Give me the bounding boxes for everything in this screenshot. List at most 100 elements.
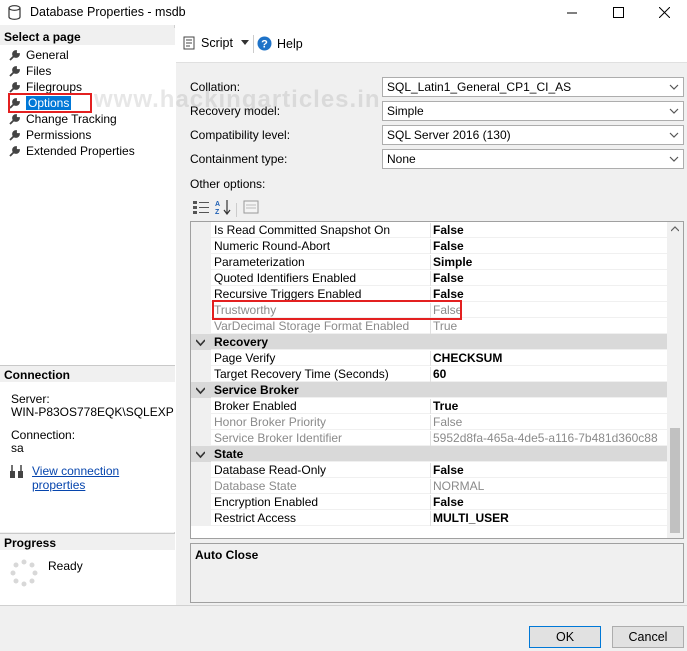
wrench-icon	[9, 113, 20, 125]
grid-property-value[interactable]: False	[430, 271, 464, 286]
database-icon	[8, 5, 21, 20]
grid-row-page-verify[interactable]: Page Verify CHECKSUM	[191, 350, 668, 366]
compatibility-level-select[interactable]: SQL Server 2016 (130)	[382, 125, 684, 145]
svg-text:?: ?	[261, 39, 268, 51]
grid-gutter	[191, 414, 211, 430]
grid-gutter	[191, 494, 211, 510]
svg-text:Z: Z	[215, 209, 220, 215]
grid-property-value[interactable]: 5952d8fa-465a-4de5-a116-7b481d360c88	[430, 431, 658, 446]
watermark: www.hackingarticles.in	[94, 86, 381, 113]
grid-property-value[interactable]: CHECKSUM	[430, 351, 502, 366]
grid-row-database-state[interactable]: Database State NORMAL	[191, 478, 668, 494]
property-pages-icon	[243, 200, 259, 214]
grid-property-value[interactable]: True	[430, 399, 458, 414]
grid-category-recovery[interactable]: Recovery	[191, 334, 668, 350]
close-icon	[658, 7, 670, 18]
page-item-files[interactable]: Files	[8, 63, 51, 79]
options-highlight-box	[8, 93, 92, 113]
grid-property-name: Service Broker Identifier	[214, 431, 343, 445]
grid-property-name: Page Verify	[214, 351, 276, 365]
grid-row-broker-enabled[interactable]: Broker Enabled True	[191, 398, 668, 414]
grid-property-value[interactable]: True	[430, 319, 457, 334]
spinner-icon	[10, 559, 38, 587]
grid-category-service-broker[interactable]: Service Broker	[191, 382, 668, 398]
categorized-button[interactable]	[192, 199, 212, 217]
grid-row-service-broker-identifier[interactable]: Service Broker Identifier 5952d8fa-465a-4…	[191, 430, 668, 446]
sort-alphabetical-icon: AZ	[215, 200, 231, 216]
grid-row-target-recovery-time-seconds[interactable]: Target Recovery Time (Seconds) 60	[191, 366, 668, 382]
server-label: Server:	[11, 392, 50, 406]
grid-row-restrict-access[interactable]: Restrict Access MULTI_USER	[191, 510, 668, 526]
grid-scrollbar[interactable]	[667, 222, 683, 538]
grid-property-name: Database State	[214, 479, 297, 493]
connection-header: Connection	[0, 365, 175, 382]
grid-category-label: Recovery	[214, 335, 269, 349]
grid-property-value[interactable]: False	[430, 415, 462, 430]
grid-gutter	[191, 254, 211, 270]
grid-property-name: Target Recovery Time (Seconds)	[214, 367, 389, 381]
connection-value: sa	[11, 441, 24, 455]
chevron-down-icon	[240, 40, 249, 45]
property-pages-button[interactable]	[242, 199, 262, 217]
description-title: Auto Close	[195, 548, 259, 562]
grid-category-state[interactable]: State	[191, 446, 668, 462]
description-panel: Auto Close	[190, 543, 684, 603]
collapse-chevron-icon[interactable]	[196, 450, 205, 459]
minimize-button[interactable]	[549, 0, 595, 25]
grid-row-encryption-enabled[interactable]: Encryption Enabled False	[191, 494, 668, 510]
close-button[interactable]	[641, 0, 687, 25]
grid-property-value[interactable]: False	[430, 495, 464, 510]
grid-row-is-read-committed-snapshot-on[interactable]: Is Read Committed Snapshot On False	[191, 222, 668, 238]
page-item-permissions[interactable]: Permissions	[8, 127, 91, 143]
scrollbar-thumb[interactable]	[670, 428, 680, 533]
grid-property-name: Honor Broker Priority	[214, 415, 327, 429]
alphabetical-button[interactable]: AZ	[214, 199, 234, 217]
wrench-icon	[9, 81, 20, 93]
grid-gutter	[191, 270, 211, 286]
trustworthy-highlight-box	[212, 300, 462, 320]
view-connection-properties-link[interactable]: View connection properties	[32, 464, 175, 492]
page-item-extended-properties[interactable]: Extended Properties	[8, 143, 135, 159]
grid-gutter	[191, 510, 211, 526]
recovery-model-select[interactable]: Simple	[382, 101, 684, 121]
cancel-button[interactable]: Cancel	[612, 626, 684, 648]
maximize-button[interactable]	[595, 0, 641, 25]
collation-select[interactable]: SQL_Latin1_General_CP1_CI_AS	[382, 77, 684, 97]
containment-type-select[interactable]: None	[382, 149, 684, 169]
grid-row-honor-broker-priority[interactable]: Honor Broker Priority False	[191, 414, 668, 430]
grid-row-quoted-identifiers-enabled[interactable]: Quoted Identifiers Enabled False	[191, 270, 668, 286]
ok-button[interactable]: OK	[529, 626, 601, 648]
grid-row-parameterization[interactable]: Parameterization Simple	[191, 254, 668, 270]
wrench-icon	[9, 49, 20, 61]
grid-row-numeric-round-abort[interactable]: Numeric Round-Abort False	[191, 238, 668, 254]
grid-property-value[interactable]: 60	[430, 367, 446, 382]
help-button[interactable]: ? Help	[257, 36, 303, 51]
grid-row-database-read-only[interactable]: Database Read-Only False	[191, 462, 668, 478]
grid-property-value[interactable]: Simple	[430, 255, 472, 270]
collapse-chevron-icon[interactable]	[196, 338, 205, 347]
page-item-general[interactable]: General	[8, 47, 69, 63]
property-grid[interactable]: Restrict Access MULTI_USER Encryption Enab…	[190, 221, 684, 539]
collapse-chevron-icon[interactable]	[196, 386, 205, 395]
connection-properties-icon	[10, 465, 23, 478]
wrench-icon	[9, 145, 20, 157]
grid-gutter	[191, 238, 211, 254]
script-button[interactable]: Script	[182, 36, 249, 50]
chevron-down-icon	[669, 132, 679, 138]
grid-property-value[interactable]: NORMAL	[430, 479, 484, 494]
grid-property-name: Parameterization	[214, 255, 305, 269]
grid-property-value[interactable]: False	[430, 463, 464, 478]
grid-property-value[interactable]: False	[430, 239, 464, 254]
grid-toolbar-separator	[236, 203, 237, 217]
server-value: WIN-P83OS778EQK\SQLEXPRE	[11, 405, 174, 419]
grid-property-name: Restrict Access	[214, 511, 297, 525]
help-icon: ?	[257, 36, 272, 51]
other-options-label: Other options:	[190, 177, 266, 191]
grid-gutter	[191, 286, 211, 302]
scroll-up-icon[interactable]	[671, 226, 679, 232]
grid-property-value[interactable]: MULTI_USER	[430, 511, 509, 526]
grid-property-name: VarDecimal Storage Format Enabled	[214, 319, 410, 333]
grid-property-value[interactable]: False	[430, 223, 464, 238]
grid-row-vardecimal-storage-format-enabled[interactable]: VarDecimal Storage Format Enabled True	[191, 318, 668, 334]
maximize-icon	[612, 7, 624, 18]
